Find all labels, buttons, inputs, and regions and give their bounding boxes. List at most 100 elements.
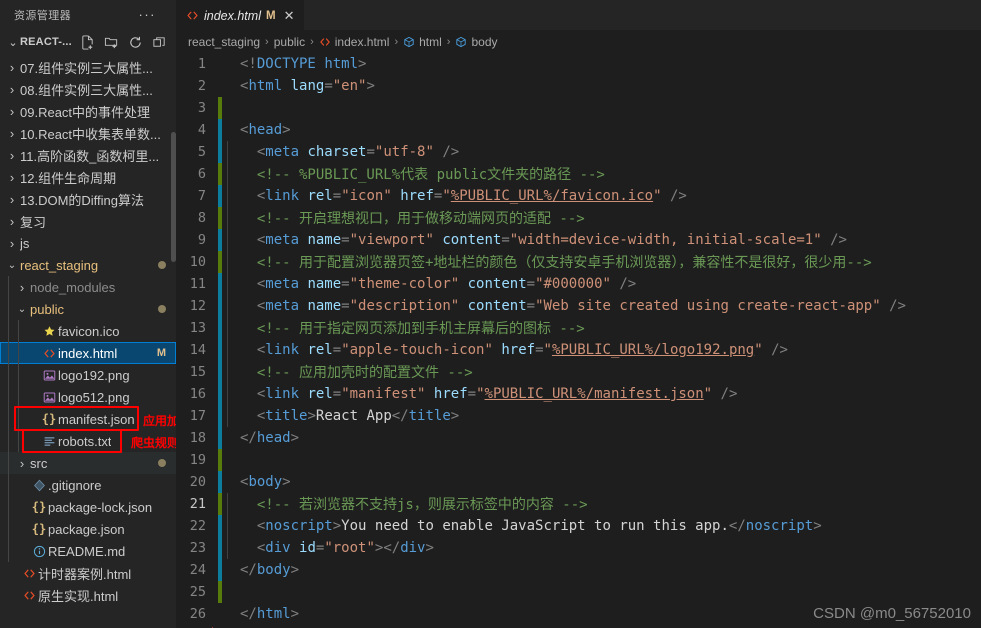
breadcrumb-item[interactable]: index.html: [319, 35, 389, 49]
explorer-more-actions-icon[interactable]: ···: [139, 8, 167, 21]
tree-folder-row[interactable]: › 12.组件生命周期: [0, 166, 176, 188]
code-text: <!-- %PUBLIC_URL%代表 public文件夹的路径 -->: [240, 164, 605, 184]
json-icon: {}: [31, 500, 47, 514]
tree-file-row[interactable]: {} manifest.json: [0, 408, 176, 430]
chevron-right-icon[interactable]: ›: [4, 148, 20, 163]
code-line[interactable]: 12 <meta name="description" content="Web…: [176, 295, 981, 317]
code-line[interactable]: 14 <link rel="apple-touch-icon" href="%P…: [176, 339, 981, 361]
tree-folder-row[interactable]: › src: [0, 452, 176, 474]
chevron-right-icon[interactable]: ›: [4, 170, 20, 185]
code-line[interactable]: 6 <!-- %PUBLIC_URL%代表 public文件夹的路径 -->: [176, 163, 981, 185]
code-line[interactable]: 17 <title>React App</title>: [176, 405, 981, 427]
code-line[interactable]: 19: [176, 449, 981, 471]
new-folder-icon[interactable]: [100, 32, 122, 52]
code-token: <: [240, 408, 266, 424]
new-file-icon[interactable]: [76, 32, 98, 52]
breadcrumb-item[interactable]: react_staging: [188, 35, 260, 49]
chevron-right-icon[interactable]: ›: [4, 214, 20, 229]
code-line[interactable]: 21 <!-- 若浏览器不支持js，则展示标签中的内容 -->: [176, 493, 981, 515]
tree-folder-row[interactable]: › 08.组件实例三大属性...: [0, 78, 176, 100]
code-line[interactable]: 2 <html lang="en">: [176, 75, 981, 97]
code-token: html: [324, 56, 359, 72]
chevron-right-icon[interactable]: ›: [4, 82, 20, 97]
chevron-right-icon[interactable]: ›: [14, 456, 30, 471]
code-line[interactable]: 7 <link rel="icon" href="%PUBLIC_URL%/fa…: [176, 185, 981, 207]
tree-folder-row[interactable]: › 10.React中收集表单数...: [0, 122, 176, 144]
refresh-icon[interactable]: [124, 32, 146, 52]
code-line[interactable]: 24 </body>: [176, 559, 981, 581]
code-text: <body>: [240, 474, 291, 490]
chevron-right-icon[interactable]: ›: [4, 192, 20, 207]
code-line[interactable]: 23 <div id="root"></div>: [176, 537, 981, 559]
tree-folder-row[interactable]: › 07.组件实例三大属性...: [0, 56, 176, 78]
tree-file-row[interactable]: logo192.png: [0, 364, 176, 386]
tree-file-row[interactable]: {} package.json: [0, 518, 176, 540]
code-token: <: [240, 518, 266, 534]
chevron-right-icon[interactable]: ›: [4, 60, 20, 75]
tree-file-row[interactable]: {} package-lock.json: [0, 496, 176, 518]
code-token: "Web site created using create-react-app…: [535, 298, 881, 314]
chevron-down-icon[interactable]: ⌄: [4, 260, 20, 271]
collapse-all-icon[interactable]: [148, 32, 170, 52]
indent-guide: [8, 518, 9, 540]
code-line[interactable]: 18 </head>: [176, 427, 981, 449]
code-line[interactable]: 9 <meta name="viewport" content="width=d…: [176, 229, 981, 251]
close-icon[interactable]: ✕: [284, 8, 295, 24]
file-tree[interactable]: › 07.组件实例三大属性... › 08.组件实例三大属性... › 09.React中…: [0, 54, 176, 628]
tree-file-row[interactable]: README.md: [0, 540, 176, 562]
tree-file-row[interactable]: 原生实现.html: [0, 584, 176, 606]
code-token: =: [332, 386, 342, 402]
chevron-right-icon[interactable]: ›: [4, 126, 20, 141]
chevron-right-icon[interactable]: ›: [14, 280, 30, 295]
tree-file-row[interactable]: logo512.png: [0, 386, 176, 408]
code-text: <!DOCTYPE html>: [240, 56, 366, 72]
breadcrumb-item[interactable]: html: [403, 35, 442, 49]
tree-folder-row[interactable]: › js: [0, 232, 176, 254]
tree-folder-row[interactable]: › 11.高阶函数_函数柯里...: [0, 144, 176, 166]
code-line[interactable]: 8 <!-- 开启理想视口，用于做移动端网页的适配 -->: [176, 207, 981, 229]
workspace-root-row[interactable]: ⌄ REACT-...: [0, 30, 176, 54]
tree-file-row[interactable]: index.html M: [0, 342, 176, 364]
tree-folder-row[interactable]: › node_modules: [0, 276, 176, 298]
line-number: 17: [189, 408, 206, 424]
code-line[interactable]: 16 <link rel="manifest" href="%PUBLIC_UR…: [176, 383, 981, 405]
tree-file-row[interactable]: robots.txt: [0, 430, 176, 452]
tree-folder-row[interactable]: › 复习: [0, 210, 176, 232]
status-dot: [158, 459, 166, 467]
code-line[interactable]: 11 <meta name="theme-color" content="#00…: [176, 273, 981, 295]
tree-file-row[interactable]: favicon.ico: [0, 320, 176, 342]
code-line[interactable]: 10 <!-- 用于配置浏览器页签+地址栏的颜色（仅支持安卓手机浏览器），兼容性…: [176, 251, 981, 273]
code-token: "manifest": [341, 386, 426, 402]
code-line[interactable]: 15 <!-- 应用加壳时的配置文件 -->: [176, 361, 981, 383]
code-line[interactable]: 1 <!DOCTYPE html>: [176, 53, 981, 75]
breadcrumb-item[interactable]: body: [455, 35, 498, 49]
code-token: >: [290, 430, 300, 446]
tree-folder-row[interactable]: ⌄ react_staging: [0, 254, 176, 276]
code-token: </: [240, 606, 257, 622]
tree-folder-row[interactable]: › 13.DOM的Diffing算法: [0, 188, 176, 210]
chevron-right-icon[interactable]: ›: [4, 236, 20, 251]
explorer-sidebar: 资源管理器 ··· ⌄ REACT-... › 07.组件实例三大属性... ›…: [0, 0, 176, 628]
breadcrumb-item[interactable]: public: [274, 35, 305, 49]
code-line[interactable]: 13 <!-- 用于指定网页添加到手机主屏幕后的图标 -->: [176, 317, 981, 339]
code-line[interactable]: 25: [176, 581, 981, 603]
code-text: <!-- 开启理想视口，用于做移动端网页的适配 -->: [240, 208, 585, 228]
code-line[interactable]: 22 <noscript>You need to enable JavaScri…: [176, 515, 981, 537]
tree-file-row[interactable]: 计时器案例.html: [0, 562, 176, 584]
tree-item-label: favicon.ico: [58, 323, 120, 339]
chevron-down-icon[interactable]: ⌄: [14, 304, 30, 315]
code-line[interactable]: 4 <head>: [176, 119, 981, 141]
code-line[interactable]: 5 <meta charset="utf-8" />: [176, 141, 981, 163]
tab-index-html[interactable]: index.html M ✕: [176, 0, 305, 30]
tree-file-row[interactable]: .gitignore: [0, 474, 176, 496]
code-line[interactable]: 20 <body>: [176, 471, 981, 493]
breadcrumb[interactable]: react_staging › public › index.html › html › bod…: [176, 30, 981, 53]
chevron-right-icon[interactable]: ›: [4, 104, 20, 119]
tree-folder-row[interactable]: › 09.React中的事件处理: [0, 100, 176, 122]
tree-folder-row[interactable]: ⌄ public: [0, 298, 176, 320]
code-line[interactable]: 3: [176, 97, 981, 119]
code-editor[interactable]: 1 <!DOCTYPE html> 2 <html lang="en"> 3 4 <head…: [176, 53, 981, 628]
indent-guide: [8, 276, 9, 298]
tree-item-label: package-lock.json: [48, 499, 153, 515]
